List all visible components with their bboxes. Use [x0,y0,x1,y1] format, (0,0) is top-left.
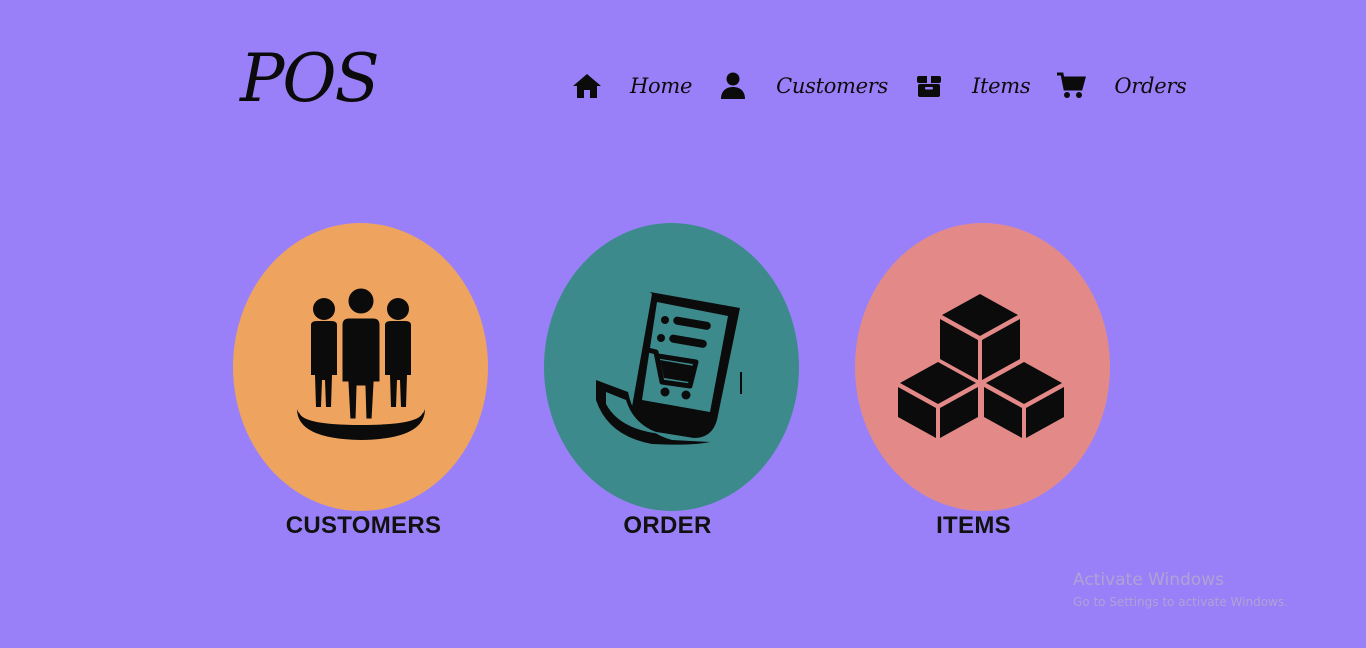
app-logo: POS [240,40,380,117]
customers-card[interactable] [233,223,488,511]
windows-activation-watermark: Activate Windows Go to Settings to activ… [1073,569,1288,613]
watermark-subtitle: Go to Settings to activate Windows. [1073,595,1288,609]
nav-label-customers: Customers [776,74,889,98]
order-receipt-cart-icon [592,280,752,455]
cart-icon [1054,71,1088,101]
items-card[interactable] [855,223,1110,511]
nav-item-orders[interactable]: Orders [1054,71,1187,101]
box-icon [912,71,946,101]
nav-item-home[interactable]: Home [570,71,692,101]
nav-label-items: Items [972,74,1031,98]
items-label[interactable]: ITEMS [846,512,1101,540]
order-card[interactable] [544,223,799,511]
user-icon [716,71,750,101]
customers-label[interactable]: CUSTOMERS [236,512,491,540]
nav-item-customers[interactable]: Customers [716,71,888,101]
order-label[interactable]: ORDER [540,512,795,540]
boxes-stack-icon [893,290,1073,445]
home-icon [570,71,604,101]
main-nav: Home Customers Items Orders [570,68,1187,104]
nav-label-home: Home [630,74,693,98]
nav-label-orders: Orders [1114,74,1187,98]
nav-item-items[interactable]: Items [912,71,1031,101]
watermark-title: Activate Windows [1073,570,1224,590]
customers-group-icon [291,285,431,450]
